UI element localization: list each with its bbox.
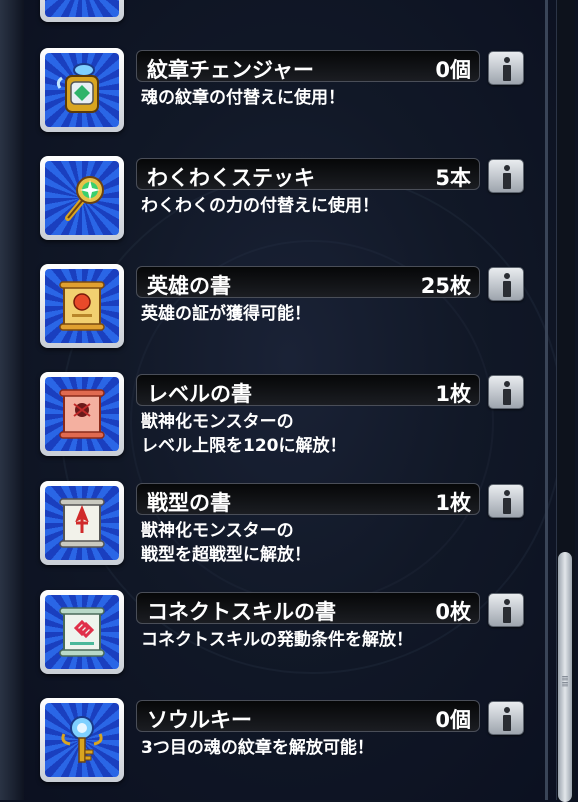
scrollbar-grip-icon: ≡ ≡ xyxy=(561,674,569,690)
list-item[interactable]: 紋章チェンジャー 0個 魂の紋章の付替えに使用！ xyxy=(0,48,545,148)
item-name-bar: レベルの書 1枚 xyxy=(136,374,480,406)
item-icon[interactable] xyxy=(40,481,124,565)
item-name: 紋章チェンジャー xyxy=(147,58,314,82)
item-name: 英雄の書 xyxy=(147,274,231,298)
info-icon xyxy=(503,57,511,81)
item-count: 1枚 xyxy=(435,382,471,406)
item-description: 英雄の証が獲得可能！ xyxy=(141,304,311,324)
crest-changer-icon xyxy=(56,63,99,113)
item-name-bar: ソウルキー 0個 xyxy=(136,700,480,732)
item-name: 戦型の書 xyxy=(147,491,231,515)
item-name: ソウルキー xyxy=(147,708,252,732)
item-count: 0個 xyxy=(435,58,471,82)
info-icon xyxy=(503,707,511,731)
list-item[interactable]: わくわくステッキ 5本 わくわくの力の付替えに使用！ xyxy=(0,156,545,256)
item-description: コネクトスキルの発動条件を解放！ xyxy=(141,630,413,650)
info-button[interactable] xyxy=(488,593,524,627)
info-button[interactable] xyxy=(488,267,524,301)
item-description: 獣神化モンスターの レベル上限を120に解放！ xyxy=(141,412,347,456)
wakuwaku-stick-icon xyxy=(65,176,104,221)
list-item[interactable]: レベルの書 1枚 獣神化モンスターの レベル上限を120に解放！ xyxy=(0,372,545,472)
item-name: わくわくステッキ xyxy=(147,166,315,190)
level-book-scroll-icon xyxy=(59,389,105,439)
item-icon[interactable] xyxy=(40,698,124,782)
item-icon[interactable] xyxy=(40,156,124,240)
item-name-bar: 紋章チェンジャー 0個 xyxy=(136,50,480,82)
item-icon[interactable] xyxy=(40,48,124,132)
item-count: 0個 xyxy=(435,708,471,732)
info-button[interactable] xyxy=(488,484,524,518)
panel-right-edge xyxy=(545,0,548,800)
item-description: わくわくの力の付替えに使用！ xyxy=(141,196,379,216)
list-item[interactable]: ソウルキー 0個 3つ目の魂の紋章を解放可能！ xyxy=(0,698,545,798)
item-name-bar: コネクトスキルの書 0枚 xyxy=(136,592,480,624)
item-description: 魂の紋章の付替えに使用！ xyxy=(141,88,345,108)
item-icon-partial[interactable] xyxy=(40,0,124,22)
item-name-bar: 英雄の書 25枚 xyxy=(136,266,480,298)
item-count: 25枚 xyxy=(420,274,471,298)
item-description: 獣神化モンスターの 戦型を超戦型に解放！ xyxy=(141,521,311,565)
item-icon[interactable] xyxy=(40,590,124,674)
item-name: レベルの書 xyxy=(147,382,252,406)
info-button[interactable] xyxy=(488,701,524,735)
info-icon xyxy=(503,273,511,297)
hero-book-scroll-icon xyxy=(59,281,105,331)
list-item[interactable]: 戦型の書 1枚 獣神化モンスターの 戦型を超戦型に解放！ xyxy=(0,481,545,581)
item-count: 5本 xyxy=(435,166,471,190)
info-icon xyxy=(503,381,511,405)
item-count: 1枚 xyxy=(435,491,471,515)
info-button[interactable] xyxy=(488,375,524,409)
connect-skill-book-scroll-icon xyxy=(59,607,105,657)
info-button[interactable] xyxy=(488,159,524,193)
info-icon xyxy=(503,599,511,623)
item-icon[interactable] xyxy=(40,264,124,348)
item-name-bar: わくわくステッキ 5本 xyxy=(136,158,480,190)
item-count: 0枚 xyxy=(435,600,471,624)
soul-key-icon xyxy=(61,716,103,763)
info-icon xyxy=(503,490,511,514)
list-item[interactable]: 英雄の書 25枚 英雄の証が獲得可能！ xyxy=(0,264,545,364)
item-name: コネクトスキルの書 xyxy=(147,600,336,624)
info-icon xyxy=(503,165,511,189)
info-button[interactable] xyxy=(488,51,524,85)
combat-type-book-scroll-icon xyxy=(59,498,105,548)
item-description: 3つ目の魂の紋章を解放可能！ xyxy=(141,738,374,758)
item-icon[interactable] xyxy=(40,372,124,456)
list-item[interactable]: コネクトスキルの書 0枚 コネクトスキルの発動条件を解放！ xyxy=(0,590,545,690)
item-name-bar: 戦型の書 1枚 xyxy=(136,483,480,515)
